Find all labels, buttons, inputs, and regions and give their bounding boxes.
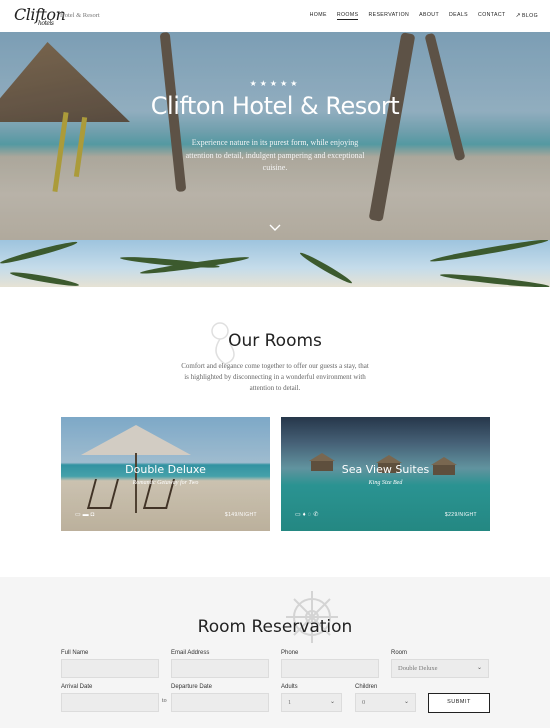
hero-overlay (0, 32, 550, 240)
nav-about[interactable]: ABOUT (419, 12, 439, 20)
nav-rooms[interactable]: ROOMS (336, 12, 359, 20)
logo[interactable]: Clifton hotels (14, 5, 66, 27)
room-price: $229/NIGHT (444, 512, 477, 518)
chevron-down-icon: ⌄ (329, 699, 335, 705)
chevron-down-icon[interactable] (268, 222, 282, 232)
nav-blog-label: BLOG (521, 13, 538, 19)
room-card-sea-view-suites[interactable]: Sea View Suites King Size Bed ▭♦◌✆ $229/… (281, 417, 490, 531)
rooms-title: Our Rooms (228, 331, 322, 351)
departure-date-field[interactable] (171, 693, 269, 712)
children-select[interactable]: 0 ⌄ (355, 693, 416, 712)
amenity-icons: ▭▬◘ (75, 511, 96, 518)
bath-icon: ◘ (90, 512, 97, 518)
room-price: $149/NIGHT (224, 512, 257, 518)
palm-frond (298, 250, 354, 286)
room-subtitle: King Size Bed (368, 480, 403, 486)
main-nav: HOME ROOMS RESERVATION ABOUT DEALS CONTA… (310, 12, 538, 20)
room-select-value: Double Deluxe (398, 665, 438, 672)
room-title: Double Deluxe (125, 463, 206, 476)
submit-button[interactable]: SUBMIT (428, 693, 490, 713)
palm-frond (0, 240, 79, 266)
room-card-double-deluxe[interactable]: Double Deluxe Romantic Getaway for Two ▭… (61, 417, 270, 531)
nav-reservation[interactable]: RESERVATION (368, 12, 409, 20)
room-subtitle: Romantic Getaway for Two (132, 480, 199, 486)
reservation-section: Room Reservation Full Name Email Address… (0, 577, 550, 728)
palm-frond (439, 272, 550, 287)
site-header: Clifton hotels Hotel & Resort HOME ROOMS… (0, 0, 550, 32)
bed-icon: ▬ (82, 512, 91, 518)
arrival-date-field[interactable] (61, 693, 159, 712)
palm-strip-image (0, 240, 550, 287)
phone-icon: ✆ (313, 512, 321, 518)
amenity-icons: ▭♦◌✆ (295, 511, 320, 518)
hero-title: Clifton Hotel & Resort (150, 92, 400, 120)
email-field[interactable] (171, 659, 269, 678)
date-range-separator: to (162, 698, 167, 704)
phone-field[interactable] (281, 659, 379, 678)
adults-select-value: 1 (288, 699, 292, 706)
phone-label: Phone (281, 650, 299, 656)
adults-label: Adults (281, 684, 298, 690)
rooms-description: Comfort and elegance come together to of… (181, 362, 369, 392)
chevron-down-icon: ⌄ (476, 665, 482, 671)
reservation-title: Room Reservation (197, 617, 353, 637)
tv-icon: ▭ (295, 512, 303, 518)
email-label: Email Address (171, 650, 210, 656)
full-name-field[interactable] (61, 659, 159, 678)
tv-icon: ▭ (75, 512, 83, 518)
arrival-date-label: Arrival Date (61, 684, 93, 690)
children-select-value: 0 (362, 699, 366, 706)
external-link-icon: ↗ (515, 13, 521, 19)
nav-contact[interactable]: CONTACT (478, 12, 506, 20)
hero-banner: ★★★★★ Clifton Hotel & Resort Experience … (0, 32, 550, 240)
children-label: Children (355, 684, 378, 690)
rooms-section: Our Rooms Comfort and elegance come toge… (0, 287, 550, 577)
palm-frond (9, 270, 80, 287)
chevron-down-icon: ⌄ (403, 699, 409, 705)
site-tagline: Hotel & Resort (60, 12, 100, 19)
departure-date-label: Departure Date (171, 684, 213, 690)
nav-home[interactable]: HOME (310, 12, 327, 20)
adults-select[interactable]: 1 ⌄ (281, 693, 342, 712)
nav-deals[interactable]: DEALS (449, 12, 468, 20)
room-label: Room (391, 650, 408, 656)
room-select[interactable]: Double Deluxe ⌄ (391, 659, 489, 678)
full-name-label: Full Name (61, 650, 89, 656)
room-title: Sea View Suites (341, 463, 430, 476)
rating-stars: ★★★★★ (249, 79, 301, 88)
palm-frond (429, 240, 549, 264)
nav-blog[interactable]: ↗BLOG (516, 12, 538, 20)
hero-subtitle: Experience nature in its purest form, wh… (185, 138, 365, 172)
